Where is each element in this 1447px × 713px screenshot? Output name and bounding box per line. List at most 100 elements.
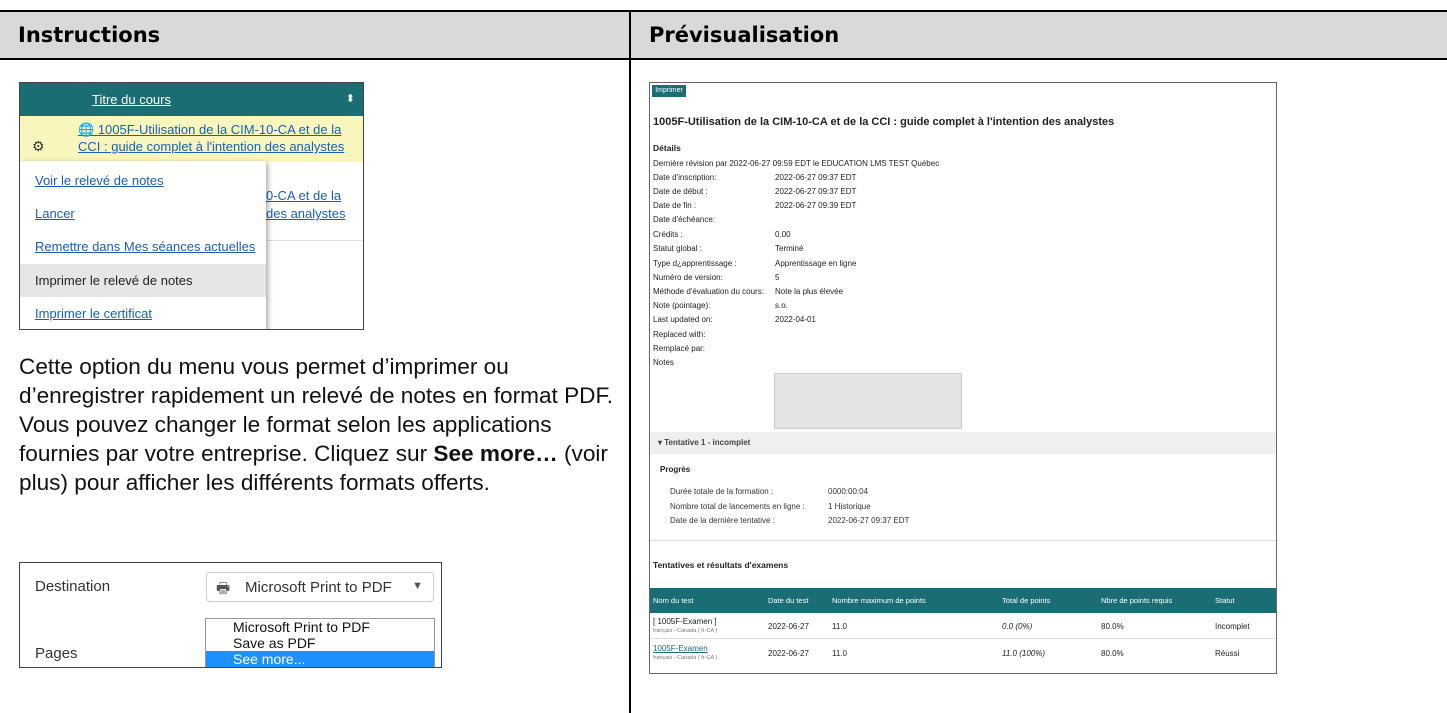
detail-label: Remplacé par: [653, 344, 706, 353]
detail-value: s.o. [775, 301, 788, 310]
option-microsoft-print-to-pdf[interactable]: Microsoft Print to PDF [206, 619, 434, 635]
test-max-points: 11.0 [832, 622, 847, 631]
notes-textarea[interactable] [774, 373, 962, 429]
globe-icon: 🌐 [78, 122, 98, 137]
column-header: Nbre de points requis [1101, 596, 1173, 605]
table-row: [ 1005F-Examen ] français - Canada ( fr-… [650, 613, 1276, 639]
destination-label: Destination [35, 578, 111, 595]
attempt-section-header[interactable]: ▾ Tentative 1 - incomplet [650, 432, 1276, 454]
menu-item-move-to-current[interactable]: Remettre dans Mes séances actuelles [20, 230, 266, 263]
menu-item-launch[interactable]: Lancer [20, 197, 266, 230]
test-date: 2022-06-27 [768, 622, 809, 631]
revision-text: Dernière révision par 2022-06-27 09:59 E… [653, 159, 940, 168]
detail-label: Replaced with: [653, 330, 706, 339]
detail-value: 2022-06-27 09:37 EDT [775, 173, 857, 182]
test-required-points: 80.0% [1101, 649, 1124, 658]
detail-value: 2022-04-01 [775, 315, 816, 324]
menu-item-view-transcript[interactable]: Voir le relevé de notes [20, 164, 266, 197]
column-header: Statut [1215, 596, 1235, 605]
detail-label: Date d'échéance: [653, 215, 716, 224]
column-header: Date du test [768, 596, 809, 605]
progress-value: 0000:00:04 [828, 487, 869, 496]
progress-value: 1 Historique [828, 502, 871, 511]
detail-label: Crédits : [653, 230, 683, 239]
print-destination-screenshot: Destination 🖶 Microsoft Print to PDF ▼ P… [19, 562, 442, 668]
test-language: français - Canada ( fr-CA ) [653, 655, 718, 661]
preview-header: Prévisualisation [649, 23, 840, 47]
column-divider [629, 10, 631, 713]
progress-heading: Progrès [660, 465, 691, 474]
detail-value: Note la plus élevée [775, 287, 844, 296]
detail-label: Last updated on: [653, 315, 713, 324]
test-status: Réussi [1215, 649, 1240, 658]
detail-value: 2022-06-27 09:37 EDT [775, 187, 857, 196]
print-button[interactable]: Imprimer [652, 85, 686, 97]
test-date: 2022-06-27 [768, 649, 809, 658]
printer-icon: 🖶 [216, 580, 231, 597]
progress-value: 2022-06-27 09:37 EDT [828, 516, 910, 525]
menu-item-print-certificate[interactable]: Imprimer le certificat [20, 297, 266, 329]
option-see-more[interactable]: See more... [206, 651, 434, 667]
detail-value: 0.00 [775, 230, 791, 239]
destination-selected-value: Microsoft Print to PDF [245, 579, 392, 596]
column-header: Total de points [1002, 596, 1051, 605]
context-menu: Voir le relevé de notes Lancer Remettre … [20, 161, 266, 329]
destination-select[interactable]: 🖶 Microsoft Print to PDF ▼ [206, 572, 434, 602]
gear-icon[interactable]: ⚙ [32, 138, 45, 155]
preview-title: 1005F-Utilisation de la CIM-10-CA et de … [653, 116, 1115, 128]
detail-label: Statut global : [653, 244, 702, 253]
detail-label: Type d¿apprentissage : [653, 259, 737, 268]
test-language: français - Canada ( fr-CA ) [653, 628, 718, 634]
detail-label: Méthode d'évaluation du cours: [653, 287, 764, 296]
detail-value: 2022-06-27 09:39 EDT [775, 201, 857, 210]
details-heading: Détails [653, 143, 681, 153]
column-header-label[interactable]: Titre du cours [92, 92, 171, 107]
test-total-points: 0.0 (0%) [1002, 622, 1033, 631]
detail-label: Date d'inscription: [653, 173, 717, 182]
tests-heading: Tentatives et résultats d'examens [653, 560, 789, 570]
progress-label: Nombre total de lancements en ligne : [670, 502, 805, 511]
document-page: Instructions Prévisualisation Titre du c… [0, 0, 1447, 713]
detail-value: Apprentissage en ligne [775, 259, 857, 268]
transcript-preview: Imprimer 1005F-Utilisation de la CIM-10-… [649, 82, 1277, 674]
bg-link-line2: des analystes [266, 206, 346, 221]
detail-value: Terminé [775, 244, 804, 253]
test-total-points: 11.0 (100%) [1002, 649, 1045, 658]
section-divider [650, 540, 1276, 541]
course-row: ⚙ 🌐 1005F-Utilisation de la CIM-10-CA et… [20, 116, 363, 162]
bg-link-line1: 0-CA et de la [266, 188, 342, 203]
detail-value: 5 [775, 273, 780, 282]
progress-label: Date de la dernière tentative : [670, 516, 775, 525]
table-row: 1005F-Examen français - Canada ( fr-CA )… [650, 640, 1276, 666]
destination-dropdown: Microsoft Print to PDF Save as PDF See m… [205, 618, 435, 667]
course-link-line1: 1005F-Utilisation de la CIM-10-CA et de … [97, 122, 342, 137]
column-header: Nombre maximum de points [832, 596, 926, 605]
background-course-link[interactable]: 0-CA et de la des analystes [266, 187, 346, 223]
chevron-down-icon: ▼ [412, 580, 423, 592]
detail-label: Date de fin : [653, 201, 697, 210]
course-link-line2: CCI : guide complet à l'intention des an… [78, 139, 345, 154]
detail-label: Notes [653, 358, 674, 367]
instruction-text-bold: See more… [433, 441, 558, 466]
instruction-text: Cette option du menu vous permet d’impri… [19, 352, 619, 497]
test-name-link[interactable]: 1005F-Examen [653, 644, 708, 653]
sort-icon[interactable]: ⬍ [346, 92, 355, 105]
menu-item-print-transcript[interactable]: Imprimer le relevé de notes [20, 264, 266, 297]
tests-table-header: Nom du test Date du test Nombre maximum … [650, 588, 1276, 613]
course-title-column-header[interactable]: Titre du cours ⬍ [20, 83, 363, 116]
course-link[interactable]: 🌐 1005F-Utilisation de la CIM-10-CA et d… [78, 121, 363, 155]
option-save-as-pdf[interactable]: Save as PDF [206, 635, 434, 651]
course-menu-screenshot: Titre du cours ⬍ ⚙ 🌐 1005F-Utilisation d… [19, 82, 364, 330]
test-required-points: 80.0% [1101, 622, 1124, 631]
instructions-header: Instructions [18, 23, 161, 47]
test-status: Incomplet [1215, 622, 1250, 631]
attempt-label: Tentative 1 - incomplet [664, 438, 751, 447]
detail-label: Numéro de version: [653, 273, 723, 282]
detail-label: Date de début : [653, 187, 708, 196]
test-name: [ 1005F-Examen ] [653, 617, 717, 626]
column-header: Nom du test [653, 596, 694, 605]
pages-label: Pages [35, 645, 78, 662]
detail-label: Note (pointage): [653, 301, 711, 310]
progress-label: Durée totale de la formation : [670, 487, 774, 496]
test-max-points: 11.0 [832, 649, 847, 658]
